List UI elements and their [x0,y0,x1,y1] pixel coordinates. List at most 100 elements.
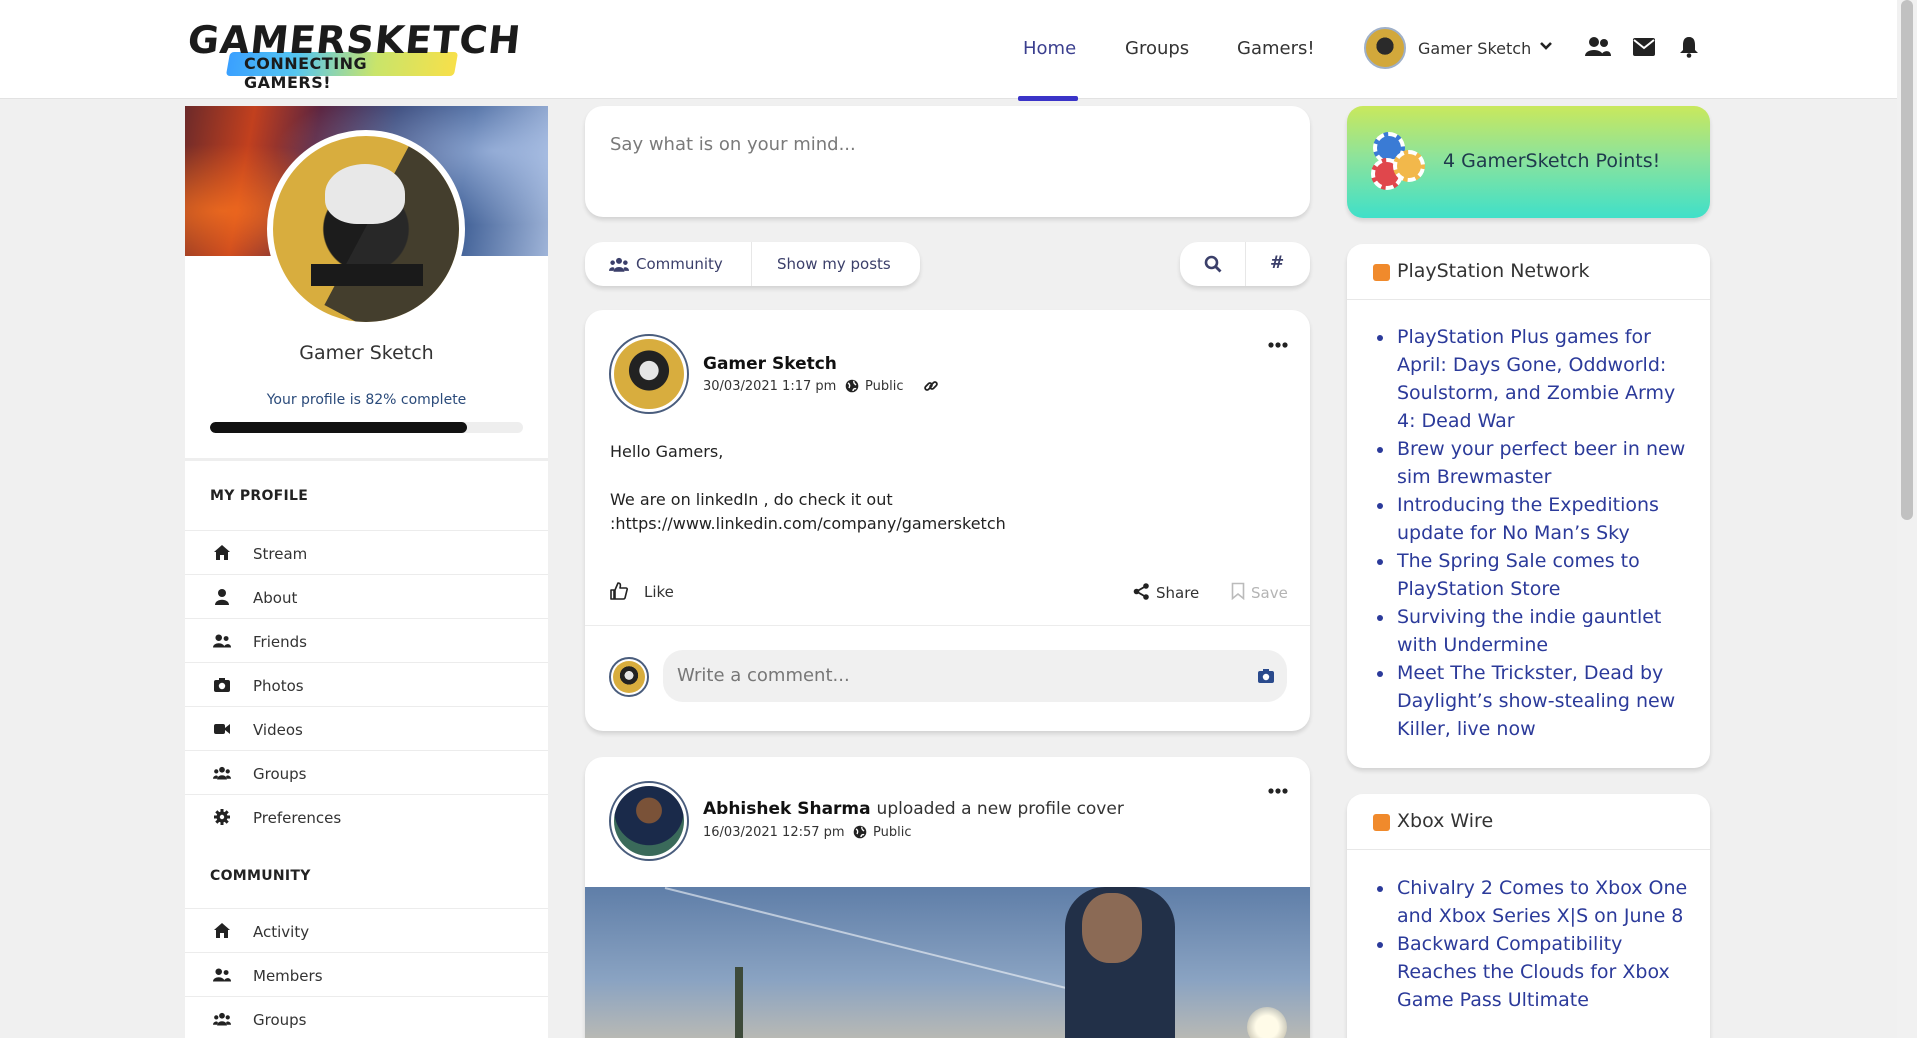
notifications-icon[interactable] [1679,36,1699,58]
post-date[interactable]: 16/03/2021 12:57 pm [703,825,845,840]
composer-placeholder[interactable]: Say what is on your mind... [610,134,856,155]
sidebar-item-activity[interactable]: Activity [185,908,548,952]
person-face [1082,893,1142,963]
post-card: Abhishek Sharma uploaded a new profile c… [585,757,1310,1038]
save-button[interactable]: Save [1251,584,1288,602]
link-icon[interactable] [923,378,939,394]
sidebar-item-community-groups[interactable]: Groups [185,996,548,1038]
post-author-name[interactable]: Abhishek Sharma uploaded a new profile c… [703,799,1124,819]
comment-input[interactable]: Write a comment... [663,650,1287,702]
post-author-name-text[interactable]: Abhishek Sharma [703,799,871,819]
like-button[interactable]: Like [644,583,674,601]
rss-feed-playstation: PlayStation Network PlayStation Plus gam… [1347,244,1710,768]
nav-home[interactable]: Home [1023,38,1076,59]
feed-link[interactable]: Surviving the indie gauntlet with Underm… [1377,603,1697,659]
poker-chip-icon [1393,150,1425,182]
feed-list: PlayStation Plus games for April: Days G… [1377,323,1697,743]
profile-completion-text: Your profile is 82% complete [266,392,467,408]
more-options-icon[interactable] [1268,787,1288,795]
search-icon[interactable] [1204,255,1222,273]
sidebar-item-label: Groups [253,765,307,783]
sidebar-item-stream[interactable]: Stream [185,530,548,574]
profile-completion-fill [210,422,467,433]
rss-feed-xbox: Xbox Wire Chivalry 2 Comes to Xbox One a… [1347,794,1710,1038]
feed-search-tools: # [1180,242,1310,286]
tab-show-my-posts[interactable]: Show my posts [777,255,891,273]
sidebar-item-preferences[interactable]: Preferences [185,794,548,838]
nav-groups[interactable]: Groups [1125,38,1189,59]
feed-link[interactable]: Introducing the Expeditions update for N… [1377,491,1697,547]
post-author-name[interactable]: Gamer Sketch [703,354,837,374]
post-body-line: Hello Gamers, [610,442,724,461]
user-avatar[interactable] [1364,27,1406,69]
feed-link[interactable]: Backward Compatibility Reaches the Cloud… [1377,930,1697,1014]
feed-link[interactable]: Meet The Trickster, Dead by Daylight’s s… [1377,659,1697,743]
sidebar-item-videos[interactable]: Videos [185,706,548,750]
camera-icon [214,678,230,692]
divider [1347,849,1710,850]
post-date[interactable]: 30/03/2021 1:17 pm [703,379,836,394]
divider [1245,242,1246,286]
sun [1247,1007,1287,1038]
contrail [664,887,1073,991]
post-body-link[interactable]: :https://www.linkedin.com/company/gamers… [610,512,1006,536]
post-card: Gamer Sketch 30/03/2021 1:17 pm Public H… [585,310,1310,731]
post-composer[interactable]: Say what is on your mind... [585,106,1310,217]
user-menu-name[interactable]: Gamer Sketch [1418,39,1531,58]
friends-icon [213,634,231,648]
sidebar-item-about[interactable]: About [185,574,548,618]
post-visibility: Public [865,379,904,394]
profile-name[interactable]: Gamer Sketch [185,342,548,364]
sidebar-item-label: Preferences [253,809,342,827]
more-options-icon[interactable] [1268,341,1288,349]
feed-link[interactable]: Chivalry 2 Comes to Xbox One and Xbox Se… [1377,874,1697,930]
bookmark-icon[interactable] [1231,582,1245,600]
sidebar-item-label: About [253,589,298,607]
logo-tagline: CONNECTING GAMERS! [244,54,368,92]
rss-icon [1373,814,1390,831]
sidebar-item-members[interactable]: Members [185,952,548,996]
tab-community[interactable]: Community [636,255,723,273]
page-scrollbar[interactable] [1897,0,1917,1038]
feed-title: Xbox Wire [1397,810,1494,832]
share-icon[interactable] [1133,583,1150,600]
cactus [735,967,743,1038]
feed-link[interactable]: Brew your perfect beer in new sim Brewma… [1377,435,1697,491]
section-title-my-profile: MY PROFILE [210,488,309,504]
globe-icon [853,825,867,839]
feed-list: Chivalry 2 Comes to Xbox One and Xbox Se… [1377,874,1697,1014]
messages-icon[interactable] [1633,38,1655,56]
post-cover-image[interactable] [585,887,1310,1038]
home-icon [214,923,230,938]
nav-active-indicator [1018,96,1078,101]
home-icon [214,545,230,560]
feed-link[interactable]: PlayStation Plus games for April: Days G… [1377,323,1697,435]
chevron-down-icon[interactable] [1538,38,1554,54]
camera-icon[interactable] [1257,668,1275,684]
profile-avatar[interactable] [267,130,465,328]
site-logo[interactable]: GAMERSKETCH CONNECTING GAMERS! [186,18,524,92]
scrollbar-thumb[interactable] [1901,0,1913,520]
post-author-avatar[interactable] [609,334,689,414]
sidebar-item-groups[interactable]: Groups [185,750,548,794]
globe-icon [845,379,859,393]
points-card[interactable]: 4 GamerSketch Points! [1347,106,1710,218]
profile-completion-bar [210,422,523,433]
hashtag-icon[interactable]: # [1270,253,1284,273]
nav-gamers[interactable]: Gamers! [1237,38,1315,59]
post-author-avatar[interactable] [609,781,689,861]
friends-icon[interactable] [1585,36,1611,58]
thumbs-up-icon[interactable] [610,582,628,600]
sidebar-item-label: Videos [253,721,303,739]
top-navbar: GAMERSKETCH CONNECTING GAMERS! Home Grou… [0,0,1897,99]
divider [1347,299,1710,300]
feed-link[interactable]: The Spring Sale comes to PlayStation Sto… [1377,547,1697,603]
sidebar-item-friends[interactable]: Friends [185,618,548,662]
comment-user-avatar [609,657,649,697]
groups-icon [213,1012,231,1026]
post-visibility: Public [873,825,912,840]
share-button[interactable]: Share [1156,584,1199,602]
sidebar-item-label: Members [253,967,323,985]
sidebar-item-photos[interactable]: Photos [185,662,548,706]
profile-sidebar: Gamer Sketch Your profile is 82% complet… [185,106,548,1038]
